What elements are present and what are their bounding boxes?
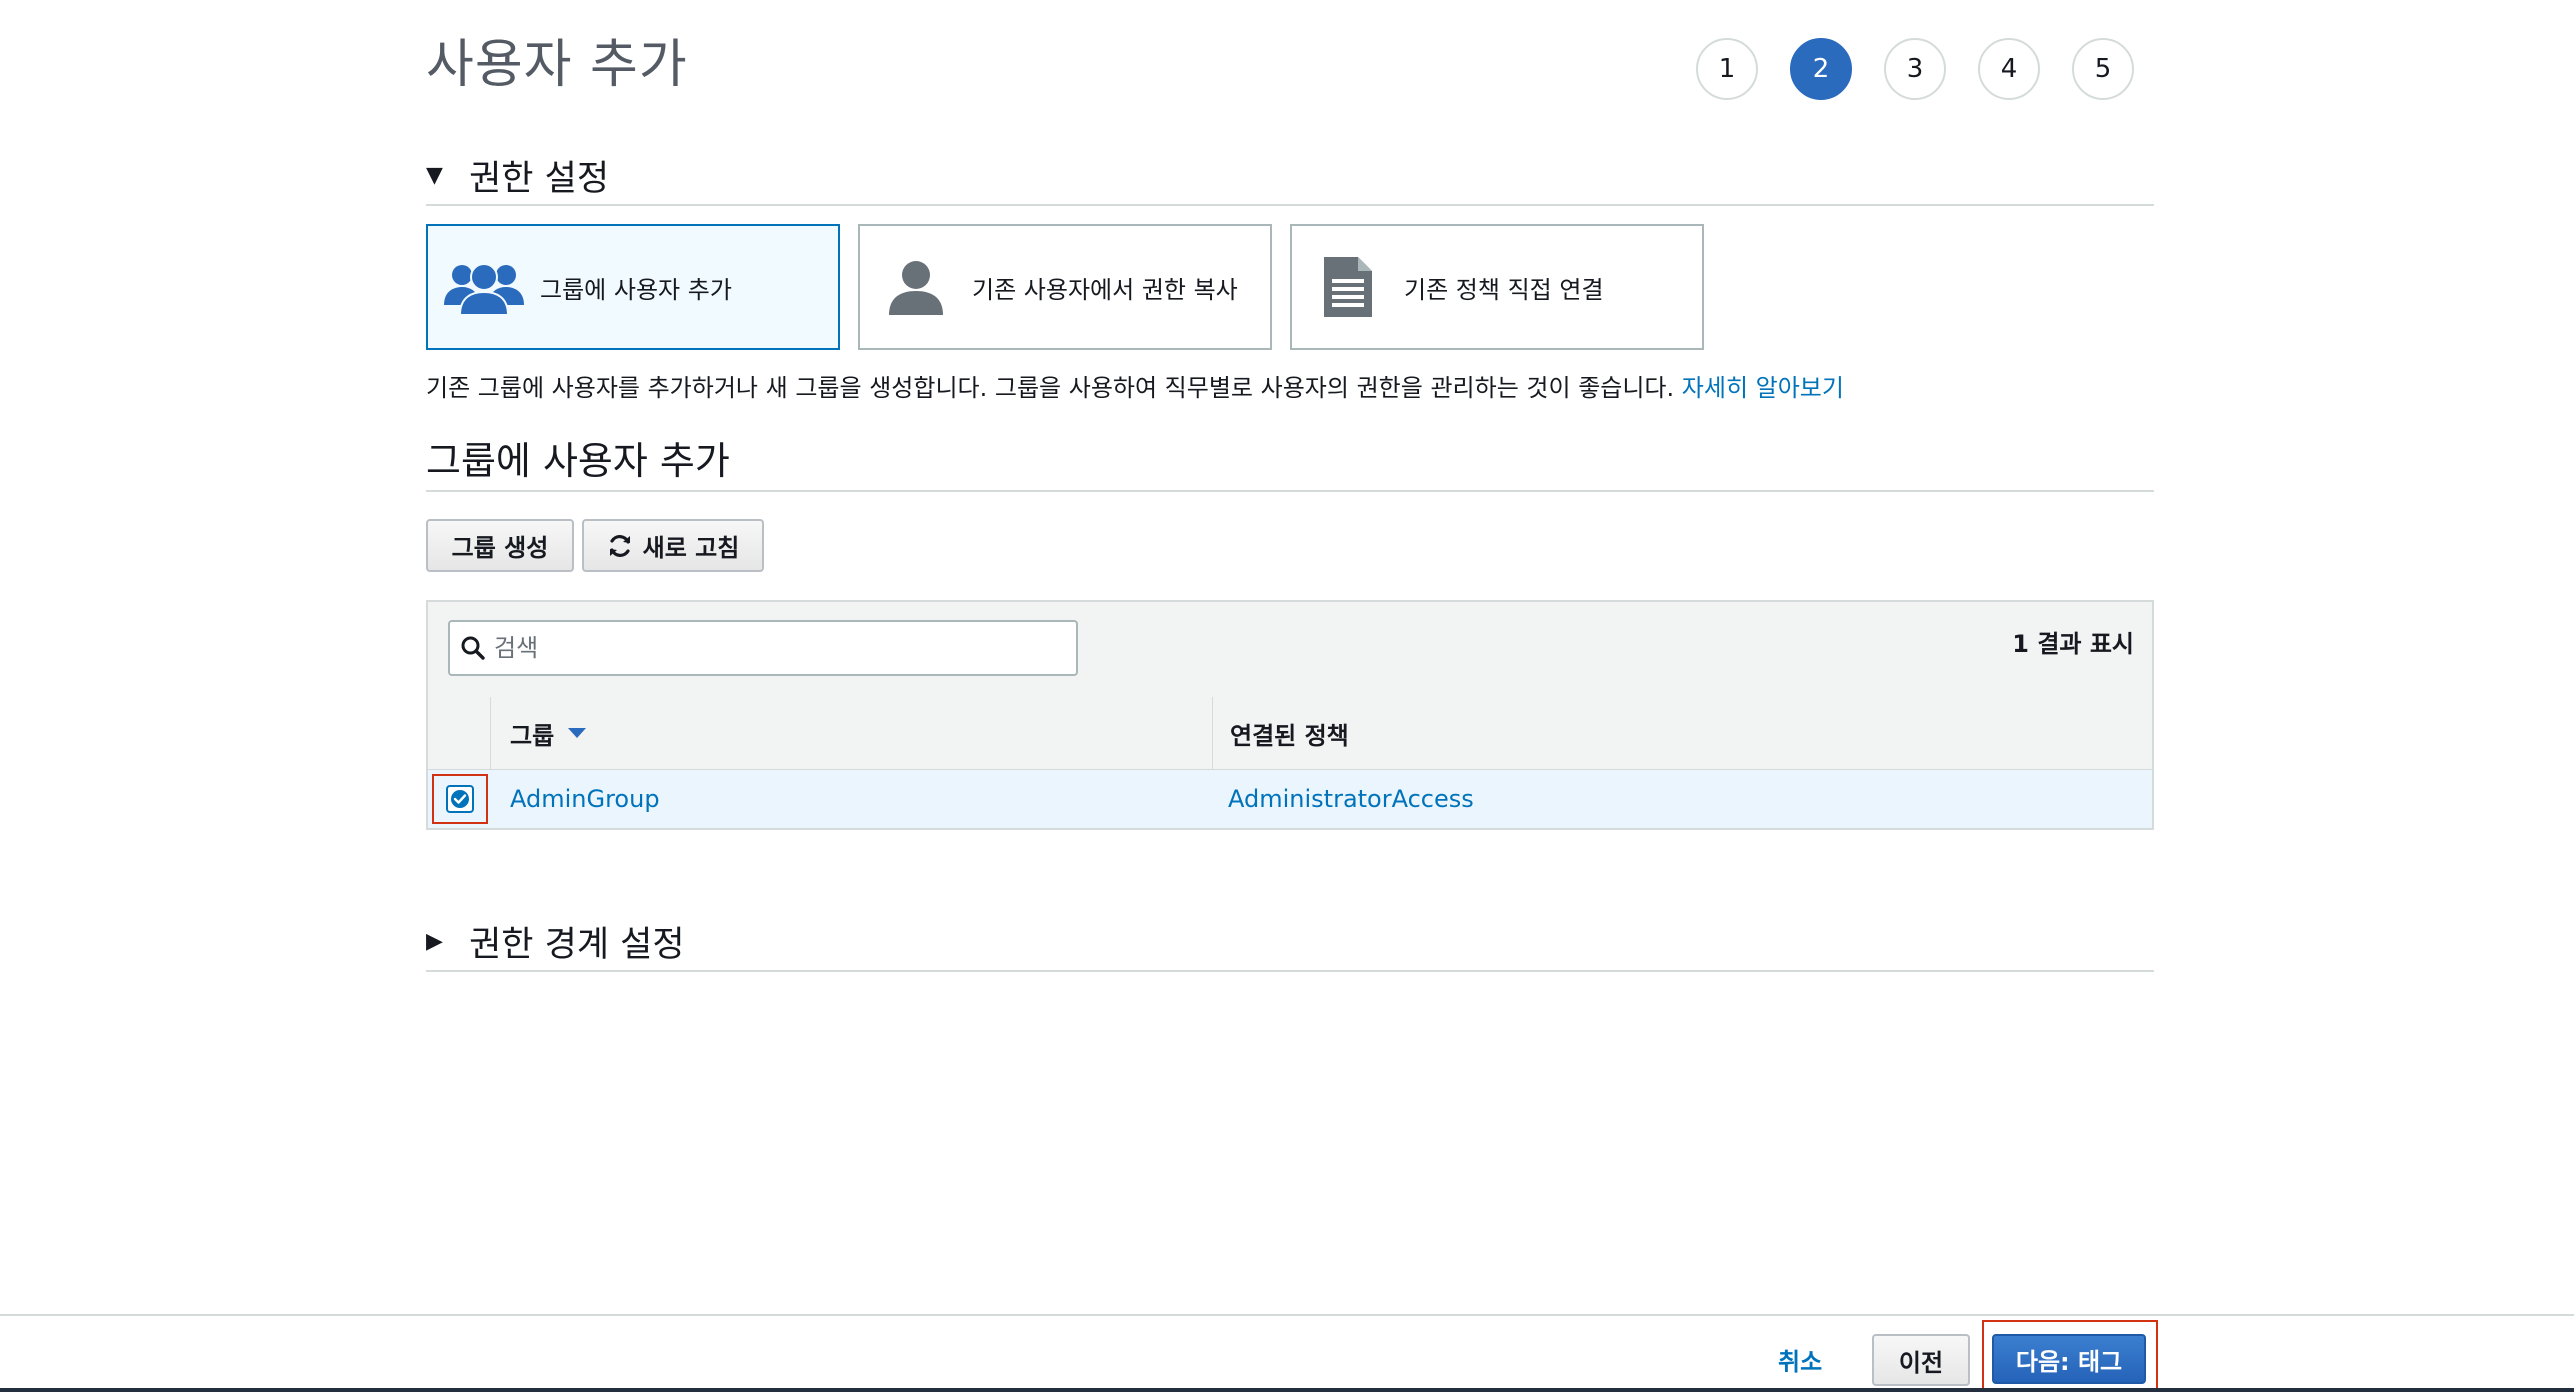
table-header: 그룹 연결된 정책: [428, 697, 2152, 770]
option-attach-policies-label: 기존 정책 직접 연결: [1404, 275, 1604, 304]
user-icon: [860, 259, 972, 315]
boundary-section-header[interactable]: ▶ 권한 경계 설정: [426, 916, 2154, 972]
next-tags-button[interactable]: 다음: 태그: [1992, 1334, 2146, 1384]
step-2-active[interactable]: 2: [1790, 38, 1852, 100]
caret-right-icon: ▶: [426, 929, 443, 954]
add-user-page: 사용자 추가 1 2 3 4 5 ▼ 권한 설정 그룹에 사용자 추가 기존 사…: [0, 0, 2574, 1392]
next-button-highlight: 다음: 태그: [1982, 1320, 2158, 1392]
policy-link[interactable]: AdministratorAccess: [1228, 770, 1474, 828]
step-1[interactable]: 1: [1696, 38, 1758, 100]
refresh-icon: [607, 533, 633, 559]
option-copy-permissions[interactable]: 기존 사용자에서 권한 복사: [858, 224, 1272, 350]
wizard-footer: 취소 이전 다음: 태그: [0, 1314, 2574, 1392]
create-group-button[interactable]: 그룹 생성: [426, 519, 574, 572]
column-header-group-label: 그룹: [510, 721, 555, 750]
refresh-button-label: 새로 고침: [642, 534, 740, 562]
search-input[interactable]: [492, 633, 1056, 663]
option-attach-policies[interactable]: 기존 정책 직접 연결: [1290, 224, 1704, 350]
search-icon: [460, 635, 486, 661]
group-section-title: 그룹에 사용자 추가: [426, 430, 2154, 492]
sort-down-icon: [568, 727, 587, 739]
column-header-group[interactable]: 그룹: [510, 697, 587, 769]
option-add-to-group-label: 그룹에 사용자 추가: [540, 275, 732, 304]
footer-bottom-bar: [0, 1388, 2574, 1392]
search-box[interactable]: [448, 620, 1078, 676]
checkmark-icon: [450, 789, 470, 809]
column-divider: [490, 697, 491, 769]
permissions-section-header[interactable]: ▼ 권한 설정: [426, 150, 2154, 206]
option-copy-permissions-label: 기존 사용자에서 권한 복사: [972, 275, 1238, 304]
document-icon: [1292, 255, 1404, 319]
previous-button[interactable]: 이전: [1872, 1334, 1970, 1386]
option-add-to-group[interactable]: 그룹에 사용자 추가: [426, 224, 840, 350]
wizard-steps: 1 2 3 4 5: [1696, 38, 2166, 100]
refresh-button[interactable]: 새로 고침: [582, 519, 764, 572]
step-4[interactable]: 4: [1978, 38, 2040, 100]
page-title: 사용자 추가: [426, 35, 688, 95]
row-checkbox[interactable]: [446, 785, 474, 813]
description-text: 기존 그룹에 사용자를 추가하거나 새 그룹을 생성합니다. 그룹을 사용하여 …: [426, 374, 1675, 402]
cancel-button[interactable]: 취소: [1778, 1342, 1822, 1377]
boundary-section-title: 권한 경계 설정: [469, 925, 685, 965]
result-count: 1 결과 표시: [2012, 630, 2134, 658]
caret-down-icon: ▼: [426, 163, 443, 188]
table-row[interactable]: AdminGroup AdministratorAccess: [428, 770, 2152, 828]
row-checkbox-highlight: [432, 774, 488, 824]
group-name-link[interactable]: AdminGroup: [510, 770, 660, 828]
step-3[interactable]: 3: [1884, 38, 1946, 100]
permissions-description: 기존 그룹에 사용자를 추가하거나 새 그룹을 생성합니다. 그룹을 사용하여 …: [426, 368, 1844, 403]
users-group-icon: [428, 259, 540, 315]
groups-table: 1 결과 표시 그룹 연결된 정책: [426, 600, 2154, 830]
permissions-section-title: 권한 설정: [469, 159, 610, 199]
step-5[interactable]: 5: [2072, 38, 2134, 100]
column-header-policy[interactable]: 연결된 정책: [1230, 697, 1349, 769]
column-divider: [1212, 697, 1213, 769]
table-toolbar: 1 결과 표시: [428, 602, 2152, 698]
learn-more-link[interactable]: 자세히 알아보기: [1682, 374, 1844, 402]
